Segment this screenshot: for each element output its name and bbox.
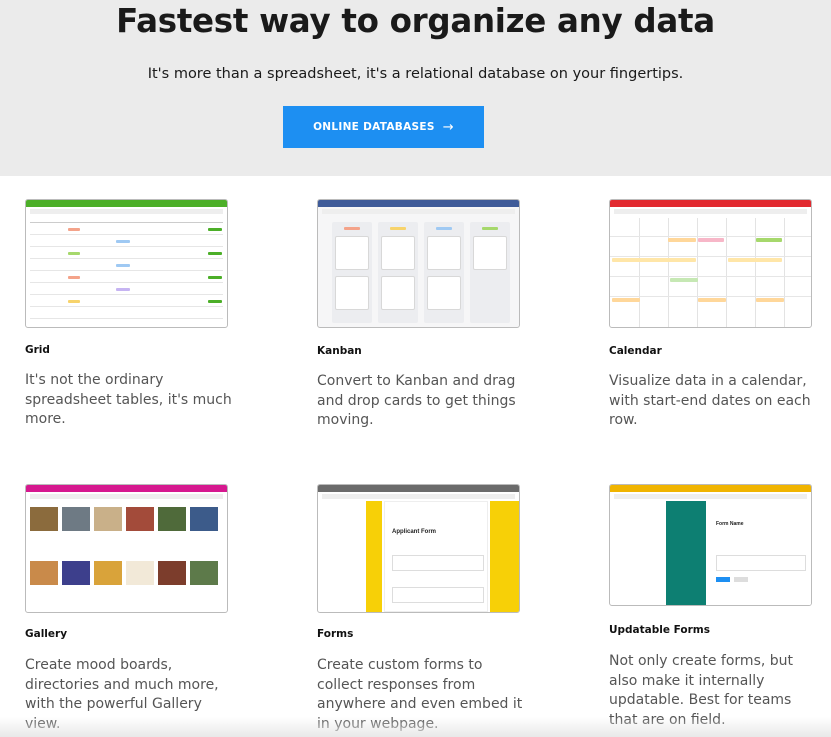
kanban-screenshot (317, 199, 520, 328)
hero-subtitle: It's more than a spreadsheet, it's a rel… (147, 66, 684, 82)
form-name-label: Form Name (716, 521, 744, 527)
applicant-form-label: Applicant Form (392, 529, 437, 535)
cta-label: ONLINE DATABASES (313, 121, 435, 133)
calendar-screenshot (609, 199, 812, 328)
hero-title: Fastest way to organize any data (116, 2, 715, 40)
feature-description: Convert to Kanban and drag and drop card… (317, 373, 516, 429)
feature-title: Grid (25, 344, 50, 356)
feature-description: It's not the ordinary spreadsheet tables… (25, 372, 232, 428)
updatable-forms-screenshot: Form Name (609, 484, 812, 606)
hero-section: Fastest way to organize any data It's mo… (0, 0, 831, 176)
grid-screenshot (25, 199, 228, 328)
forms-screenshot: Applicant Form (317, 484, 520, 613)
bottom-fade (0, 717, 831, 737)
feature-title: Kanban (317, 345, 362, 357)
feature-title: Updatable Forms (609, 624, 710, 636)
online-databases-button[interactable]: ONLINE DATABASES → (283, 106, 484, 148)
feature-title: Calendar (609, 345, 662, 357)
arrow-right-icon: → (442, 119, 454, 135)
feature-description: Visualize data in a calendar, with start… (609, 373, 811, 429)
gallery-screenshot (25, 484, 228, 613)
feature-title: Gallery (25, 628, 68, 640)
feature-title: Forms (317, 628, 354, 640)
